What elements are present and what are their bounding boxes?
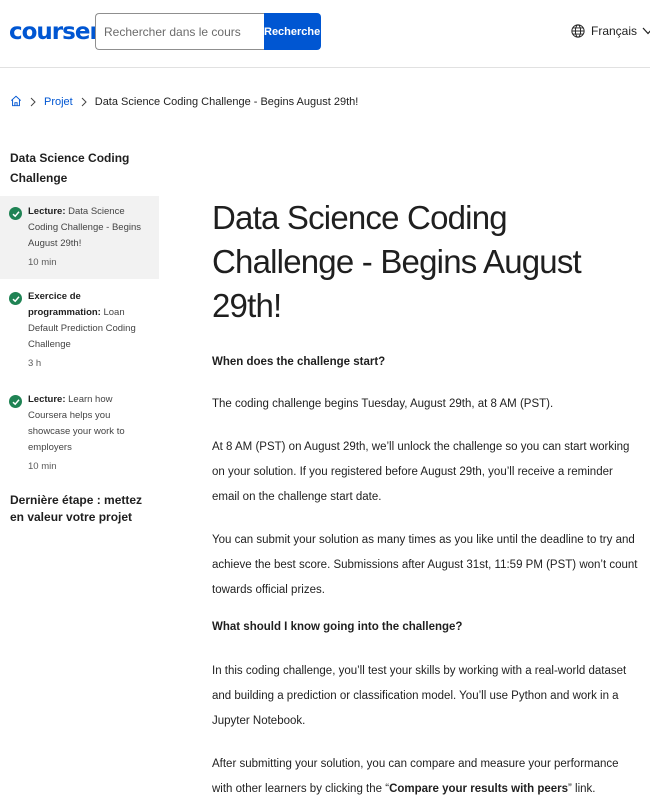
section-heading: When does the challenge start? <box>212 356 386 368</box>
breadcrumb: Projet Data Science Coding Challenge - B… <box>10 94 358 110</box>
section-heading: What should I know going into the challe… <box>212 621 463 633</box>
last-step-section[interactable]: Dernière étape : mettez en valeur votre … <box>0 492 159 526</box>
item-type: Lecture: <box>28 206 66 217</box>
paragraph: After submitting your solution, you can … <box>212 752 642 802</box>
paragraph: In this coding challenge, you’ll test yo… <box>212 665 627 727</box>
search-box: Rechercher <box>95 13 325 50</box>
item-duration: 3 h <box>28 358 42 369</box>
chevron-right-icon <box>30 97 36 107</box>
sidebar-item-lecture-challenge[interactable]: Lecture: Data Science Coding Challenge -… <box>0 196 159 279</box>
globe-icon <box>571 24 585 38</box>
item-duration: 10 min <box>28 257 57 268</box>
item-duration: 10 min <box>28 461 57 472</box>
chevron-right-icon <box>81 97 87 107</box>
language-selector[interactable]: Français <box>571 24 650 38</box>
paragraph: You can submit your solution as many tim… <box>212 534 638 596</box>
language-label: Français <box>591 24 638 38</box>
check-circle-icon <box>9 395 22 408</box>
page-title: Data Science Coding Challenge - Begins A… <box>212 199 582 324</box>
item-type: Exercice de programmation: <box>28 291 101 318</box>
main-content-header: Data Science Coding Challenge - Begins A… <box>212 196 642 328</box>
compare-results-link-text: Compare your results with peers <box>389 783 569 795</box>
lecture-body: When does the challenge start? The codin… <box>212 352 642 802</box>
check-circle-icon <box>9 207 22 220</box>
paragraph-text: ” link. <box>568 783 596 795</box>
check-circle-icon <box>9 292 22 305</box>
module-title: Data Science Coding Challenge <box>10 151 130 185</box>
search-input[interactable] <box>95 13 264 50</box>
item-type: Lecture: <box>28 394 66 405</box>
sidebar-item-lecture-showcase[interactable]: Lecture: Learn how Coursera helps you sh… <box>0 384 159 483</box>
breadcrumb-current: Data Science Coding Challenge - Begins A… <box>94 96 359 108</box>
top-bar: coursera Rechercher Français <box>0 0 650 68</box>
course-sidebar: Data Science Coding Challenge Lecture: D… <box>0 148 159 526</box>
home-icon[interactable] <box>10 95 22 110</box>
search-button[interactable]: Rechercher <box>264 13 325 50</box>
paragraph: At 8 AM (PST) on August 29th, we’ll unlo… <box>212 441 630 503</box>
sidebar-item-programming-exercise[interactable]: Exercice de programmation: Loan Default … <box>0 281 159 380</box>
chevron-down-icon <box>642 27 650 35</box>
paragraph: The coding challenge begins Tuesday, Aug… <box>212 398 554 410</box>
breadcrumb-link-projet[interactable]: Projet <box>44 96 73 108</box>
